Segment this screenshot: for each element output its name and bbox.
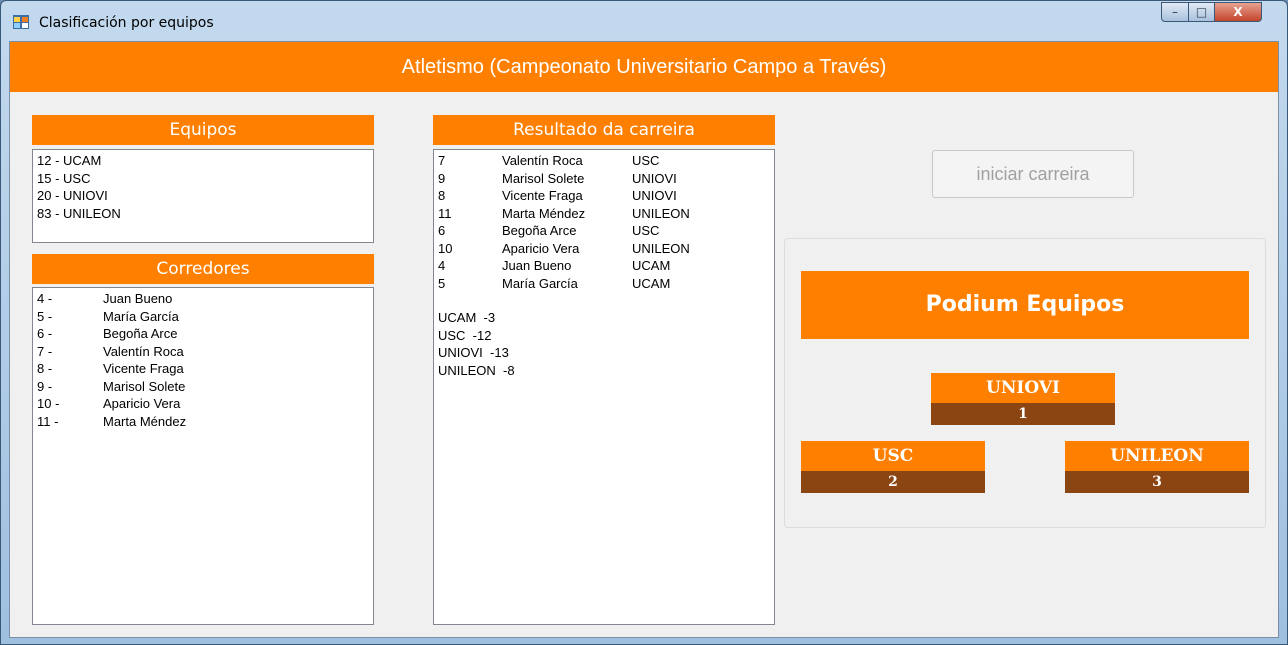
corredor-number: 7 - <box>37 343 53 359</box>
podium-second-team: USC <box>801 441 985 471</box>
resultado-team: UNIOVI <box>632 170 677 186</box>
resultado-name: Vicente Fraga <box>502 188 583 203</box>
podium-second: USC 2 <box>801 441 985 493</box>
corredor-number: 6 - <box>37 326 53 341</box>
resultado-number: 8 <box>438 188 446 203</box>
resultado-name: Marisol Solete <box>502 170 585 186</box>
resultado-item[interactable]: 4 Juan Bueno UCAM <box>438 257 770 275</box>
title-bar[interactable]: Clasificación por equipos – □ X <box>1 1 1287 41</box>
corredor-item[interactable]: 11 - Marta Méndez <box>37 413 369 431</box>
resultado-name: Aparicio Vera <box>502 240 580 256</box>
resultado-team: USC <box>632 153 660 168</box>
equipos-listbox[interactable]: 12 - UCAM 15 - USC 20 - UNIOVI 83 - UNILEON <box>32 149 374 243</box>
podium-first-rank: 1 <box>931 403 1115 425</box>
corredor-number: 4 - <box>37 291 53 306</box>
podium-third: UNILEON 3 <box>1065 441 1249 493</box>
resultado-number: 10 <box>438 240 453 256</box>
equipo-item[interactable]: 83 - UNILEON <box>37 205 369 223</box>
corredor-name: Begoña Arce <box>103 326 178 341</box>
corredor-item[interactable]: 10 - Aparicio Vera <box>37 395 369 413</box>
resultado-item[interactable]: 7 Valentín Roca USC <box>438 152 770 170</box>
corredor-name: Valentín Roca <box>103 343 184 359</box>
corredor-number: 9 - <box>37 378 53 394</box>
equipo-item[interactable]: 15 - USC <box>37 170 369 188</box>
client-area: Atletismo (Campeonato Universitario Camp… <box>9 41 1279 638</box>
resultado-item[interactable]: 6 Begoña Arce USC <box>438 222 770 240</box>
corredor-number: 8 - <box>37 361 53 376</box>
team-score-item[interactable]: UCAM -3 <box>438 309 770 327</box>
corredores-listbox[interactable]: 4 - Juan Bueno 5 - María García 6 - Begoña Ar… <box>32 287 374 625</box>
corredor-item[interactable]: 6 - Begoña Arce <box>37 325 369 343</box>
resultado-item[interactable]: 8 Vicente Fraga UNIOVI <box>438 187 770 205</box>
corredor-item[interactable]: 9 - Marisol Solete <box>37 378 369 396</box>
resultado-number: 4 <box>438 258 446 273</box>
podium-first-team: UNIOVI <box>931 373 1115 403</box>
resultado-number: 5 <box>438 275 446 291</box>
resultado-item[interactable]: 5 María García UCAM <box>438 275 770 293</box>
close-button[interactable]: X <box>1214 2 1262 22</box>
resultado-team: UNILEON <box>632 240 690 256</box>
equipo-item[interactable]: 12 - UCAM <box>37 152 369 170</box>
corredor-name: Vicente Fraga <box>103 361 184 376</box>
corredor-name: María García <box>103 308 179 324</box>
app-icon <box>13 15 29 29</box>
resultado-name: Juan Bueno <box>502 258 572 273</box>
resultado-item[interactable]: 10 Aparicio Vera UNILEON <box>438 240 770 258</box>
podium-third-rank: 3 <box>1065 471 1249 493</box>
resultado-number: 9 <box>438 170 446 186</box>
resultado-item[interactable]: 9 Marisol Solete UNIOVI <box>438 170 770 188</box>
corredor-name: Juan Bueno <box>103 291 173 306</box>
team-score-item[interactable]: USC -12 <box>438 327 770 345</box>
corredor-item[interactable]: 4 - Juan Bueno <box>37 290 369 308</box>
team-score-item[interactable]: UNIOVI -13 <box>438 344 770 362</box>
window-title: Clasificación por equipos <box>39 15 214 31</box>
resultado-item[interactable]: 11 Marta Méndez UNILEON <box>438 205 770 223</box>
resultado-team: UCAM <box>632 258 671 273</box>
podium-second-rank: 2 <box>801 471 985 493</box>
resultado-name: María García <box>502 275 578 291</box>
corredor-number: 5 - <box>37 308 53 324</box>
resultado-team: UCAM <box>632 275 671 291</box>
corredor-name: Marisol Solete <box>103 378 186 394</box>
resultado-name: Marta Méndez <box>502 205 586 221</box>
podium-third-team: UNILEON <box>1065 441 1249 471</box>
app-window: Clasificación por equipos – □ X Atletism… <box>0 0 1288 645</box>
resultado-number: 11 <box>438 205 452 221</box>
maximize-button[interactable]: □ <box>1188 2 1215 22</box>
corredor-item[interactable]: 8 - Vicente Fraga <box>37 360 369 378</box>
resultado-name: Begoña Arce <box>502 223 577 238</box>
corredor-item[interactable]: 5 - María García <box>37 308 369 326</box>
resultado-number: 6 <box>438 223 446 238</box>
corredor-name: Aparicio Vera <box>103 396 181 411</box>
resultado-team: USC <box>632 223 660 238</box>
podium-title: Podium Equipos <box>801 271 1249 339</box>
equipo-item[interactable]: 20 - UNIOVI <box>37 187 369 205</box>
resultado-number: 7 <box>438 153 446 168</box>
corredores-heading: Corredores <box>32 254 374 284</box>
resultado-listbox[interactable]: 7 Valentín Roca USC 9 Marisol Solete UNIOVI 8 V… <box>433 149 775 625</box>
corredor-number: 10 - <box>37 396 60 411</box>
minimize-button[interactable]: – <box>1161 2 1189 22</box>
podium-first: UNIOVI 1 <box>931 373 1115 425</box>
resultado-name: Valentín Roca <box>502 153 583 168</box>
podium-panel: Podium Equipos UNIOVI 1 USC 2 UNILEON 3 <box>784 238 1266 528</box>
corredor-item[interactable]: 7 - Valentín Roca <box>37 343 369 361</box>
resultado-team: UNILEON <box>632 205 690 221</box>
resultado-heading: Resultado da carreira <box>433 115 775 145</box>
page-title: Atletismo (Campeonato Universitario Camp… <box>10 42 1278 92</box>
resultado-team: UNIOVI <box>632 188 677 203</box>
corredor-number: 11 - <box>37 413 59 429</box>
team-score-item[interactable]: UNILEON -8 <box>438 362 770 380</box>
iniciar-carreira-button[interactable]: iniciar carreira <box>932 150 1134 198</box>
equipos-heading: Equipos <box>32 115 374 145</box>
corredor-name: Marta Méndez <box>103 413 187 429</box>
